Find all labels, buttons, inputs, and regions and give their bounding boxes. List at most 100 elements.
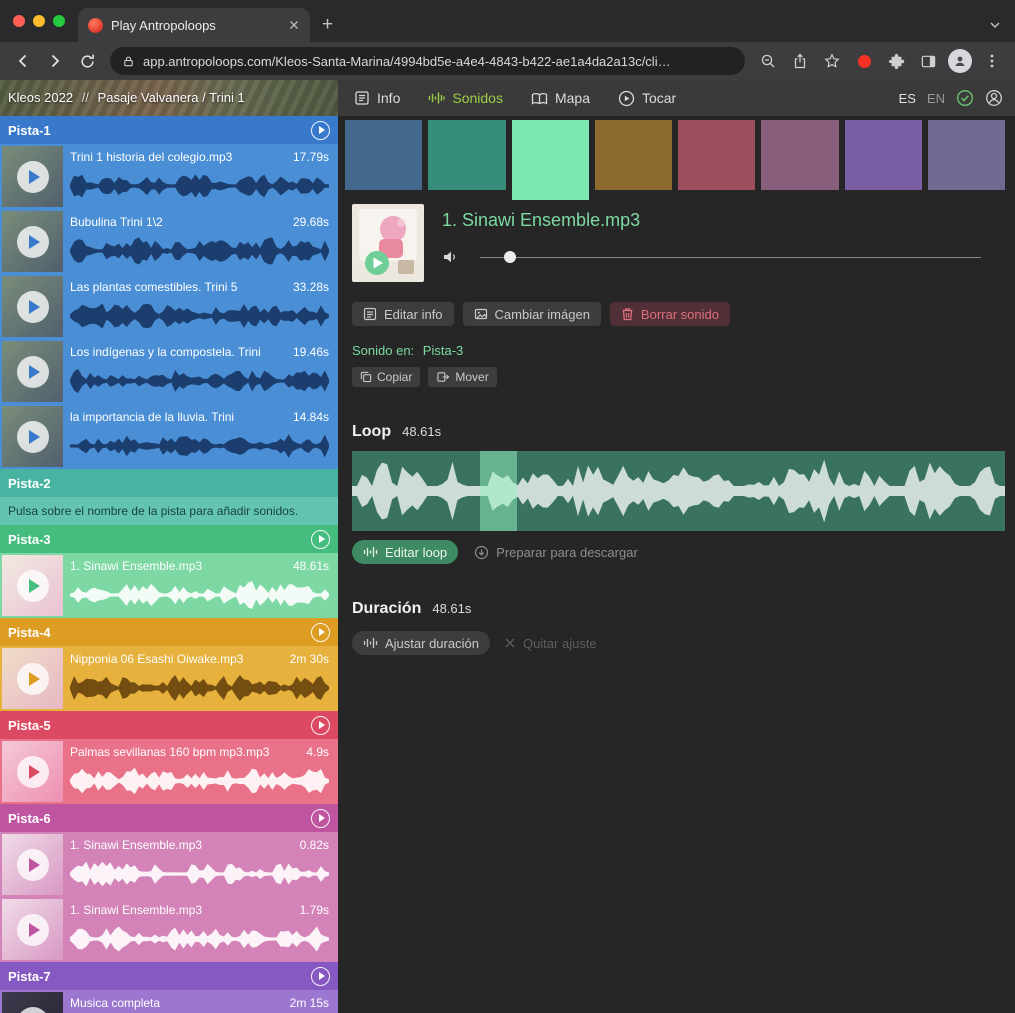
track-play-icon[interactable]: [311, 121, 330, 140]
window-controls: [13, 15, 65, 27]
sound-item[interactable]: 1. Sinawi Ensemble.mp348.61s: [0, 553, 338, 618]
sound-item[interactable]: la importancia de la lluvia. Trini14.84s: [0, 404, 338, 469]
sound-thumbnail[interactable]: [2, 146, 63, 207]
browser-tab[interactable]: Play Antropoloops: [78, 8, 310, 42]
sound-image[interactable]: [352, 204, 424, 282]
track-header-pista-1[interactable]: Pista-1: [0, 116, 338, 144]
app-tabs: Info Sonidos Mapa Tocar: [338, 90, 676, 107]
track-play-icon[interactable]: [311, 809, 330, 828]
track-play-icon[interactable]: [311, 716, 330, 735]
copy-button[interactable]: Copiar: [352, 367, 420, 387]
track-link[interactable]: Pista-3: [423, 343, 463, 358]
sound-thumbnail[interactable]: [2, 899, 63, 960]
sound-item[interactable]: Los indígenas y la compostela. Trini19.4…: [0, 339, 338, 404]
track-header-pista-4[interactable]: Pista-4: [0, 618, 338, 646]
sound-thumbnail[interactable]: [2, 834, 63, 895]
loop-waveform[interactable]: [352, 451, 1005, 531]
sound-item-waveform: [70, 578, 329, 612]
duration-label: Duración: [352, 600, 421, 617]
track-swatch-8[interactable]: [928, 120, 1005, 190]
track-header-pista-2[interactable]: Pista-2: [0, 469, 338, 497]
minimize-window-button[interactable]: [33, 15, 45, 27]
track-swatch-3[interactable]: [512, 120, 589, 200]
tab-tocar[interactable]: Tocar: [618, 90, 676, 107]
track-swatch-5[interactable]: [678, 120, 755, 190]
sound-item-title: Los indígenas y la compostela. Trini: [70, 345, 261, 359]
forward-button[interactable]: [40, 46, 70, 76]
tab-mapa[interactable]: Mapa: [531, 90, 590, 106]
prepare-download-button[interactable]: Preparar para descargar: [474, 545, 638, 560]
sound-thumbnail[interactable]: [2, 741, 63, 802]
sound-thumbnail[interactable]: [2, 648, 63, 709]
tab-close-icon[interactable]: [288, 19, 300, 31]
lang-en-button[interactable]: EN: [927, 91, 945, 106]
close-window-button[interactable]: [13, 15, 25, 27]
reload-button[interactable]: [72, 46, 102, 76]
new-tab-button[interactable]: +: [310, 8, 345, 42]
lang-es-button[interactable]: ES: [899, 91, 916, 106]
track-header-pista-6[interactable]: Pista-6: [0, 804, 338, 832]
sound-item[interactable]: Bubulina Trini 1\229.68s: [0, 209, 338, 274]
sound-thumbnail[interactable]: [2, 341, 63, 402]
address-bar[interactable]: app.antropoloops.com/Kleos-Santa-Marina/…: [110, 47, 745, 75]
recording-indicator-icon[interactable]: [849, 46, 879, 76]
delete-sound-button[interactable]: Borrar sonido: [610, 302, 730, 326]
sound-thumbnail[interactable]: [2, 211, 63, 272]
sound-thumbnail[interactable]: [2, 555, 63, 616]
sound-thumbnail[interactable]: [2, 406, 63, 467]
image-icon: [474, 307, 488, 321]
track-name: Pista-6: [8, 811, 51, 826]
waveform-icon: [363, 546, 378, 558]
sound-item[interactable]: Las plantas comestibles. Trini 533.28s: [0, 274, 338, 339]
sound-item[interactable]: 1. Sinawi Ensemble.mp31.79s: [0, 897, 338, 962]
track-swatch-6[interactable]: [761, 120, 838, 190]
back-button[interactable]: [8, 46, 38, 76]
sound-item[interactable]: 1. Sinawi Ensemble.mp30.82s: [0, 832, 338, 897]
volume-slider[interactable]: [480, 250, 981, 264]
zoom-window-button[interactable]: [53, 15, 65, 27]
tab-sonidos[interactable]: Sonidos: [428, 90, 503, 106]
sound-item[interactable]: Trini 1 historia del colegio.mp317.79s: [0, 144, 338, 209]
zoom-icon[interactable]: [753, 46, 783, 76]
sound-item-duration: 17.79s: [293, 150, 329, 164]
browser-menu-kebab-icon[interactable]: [977, 46, 1007, 76]
profile-avatar[interactable]: [945, 46, 975, 76]
loop-selection[interactable]: [480, 451, 517, 531]
track-play-icon[interactable]: [311, 623, 330, 642]
track-swatch-7[interactable]: [845, 120, 922, 190]
edit-loop-button[interactable]: Editar loop: [352, 540, 458, 564]
sound-item-title: Nipponia 06 Esashi Oiwake.mp3: [70, 652, 243, 666]
track-play-icon[interactable]: [311, 530, 330, 549]
account-icon[interactable]: [985, 89, 1003, 107]
sound-thumbnail[interactable]: [2, 276, 63, 337]
track-header-pista-3[interactable]: Pista-3: [0, 525, 338, 553]
change-image-button[interactable]: Cambiar imágen: [463, 302, 601, 326]
track-swatch-4[interactable]: [595, 120, 672, 190]
track-play-icon[interactable]: [311, 967, 330, 986]
volume-thumb[interactable]: [504, 251, 516, 263]
share-icon[interactable]: [785, 46, 815, 76]
remove-adjustment-button[interactable]: Quitar ajuste: [504, 636, 597, 651]
edit-info-button[interactable]: Editar info: [352, 302, 454, 326]
track-header-pista-5[interactable]: Pista-5: [0, 711, 338, 739]
track-swatch-1[interactable]: [345, 120, 422, 190]
sound-item[interactable]: Palmas sevillanas 160 bpm mp3.mp34.9s: [0, 739, 338, 804]
adjust-duration-button[interactable]: Ajustar duración: [352, 631, 490, 655]
edit-loop-label: Editar loop: [385, 545, 447, 560]
sound-item-title: Las plantas comestibles. Trini 5: [70, 280, 237, 294]
track-header-pista-7[interactable]: Pista-7: [0, 962, 338, 990]
sound-item[interactable]: Musica completa2m 15s: [0, 990, 338, 1013]
tab-info-label: Info: [377, 90, 400, 106]
bookmark-star-icon[interactable]: [817, 46, 847, 76]
extensions-puzzle-icon[interactable]: [881, 46, 911, 76]
sound-thumbnail[interactable]: [2, 992, 63, 1013]
side-panel-icon[interactable]: [913, 46, 943, 76]
tab-search-chevron-icon[interactable]: [989, 18, 1001, 32]
track-swatch-2[interactable]: [428, 120, 505, 190]
move-button[interactable]: Mover: [428, 367, 496, 387]
breadcrumb-project[interactable]: Kleos 2022: [8, 90, 73, 105]
breadcrumb[interactable]: Kleos 2022 // Pasaje Valvanera / Trini 1: [0, 80, 338, 116]
tab-info[interactable]: Info: [354, 90, 400, 106]
sound-item[interactable]: Nipponia 06 Esashi Oiwake.mp32m 30s: [0, 646, 338, 711]
tab-title: Play Antropoloops: [111, 18, 280, 33]
